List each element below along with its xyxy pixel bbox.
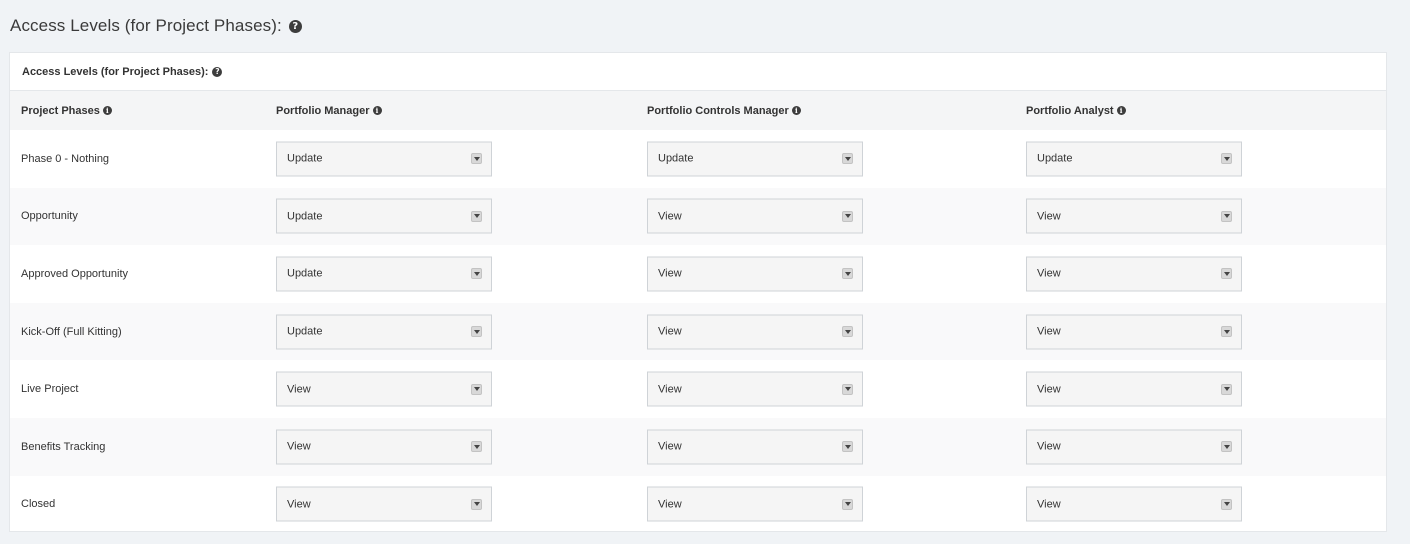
access-levels-panel: Access Levels (for Project Phases): ? Pr… [9,52,1387,532]
panel-title: Access Levels (for Project Phases): [22,65,209,78]
table-body: Phase 0 - Nothing Update Update Update Oppor… [10,130,1386,533]
table-row: Closed View View View [10,476,1386,534]
access-level-select-portfolio-controls-manager[interactable]: Update [647,141,863,177]
panel-header: Access Levels (for Project Phases): ? [10,53,1386,91]
select-value: View [1037,210,1061,223]
phase-name: Approved Opportunity [21,267,129,280]
select-value: View [287,498,311,511]
column-header-project-phases: Project Phases i [21,91,112,130]
chevron-down-icon[interactable] [1221,383,1232,395]
chevron-down-icon[interactable] [471,441,482,453]
chevron-down-icon[interactable] [471,383,482,395]
access-level-select-portfolio-manager[interactable]: Update [276,141,492,177]
access-level-select-portfolio-manager[interactable]: Update [276,198,492,234]
chevron-down-icon[interactable] [471,326,482,338]
chevron-down-icon[interactable] [471,268,482,280]
page-title: Access Levels (for Project Phases): ? [10,14,302,38]
select-value: View [287,440,311,453]
chevron-down-icon[interactable] [471,210,482,222]
chevron-down-icon[interactable] [1221,153,1232,165]
chevron-down-icon[interactable] [842,383,853,395]
access-level-select-portfolio-analyst[interactable]: View [1026,486,1242,522]
access-level-select-portfolio-analyst[interactable]: Update [1026,141,1242,177]
phase-name: Phase 0 - Nothing [21,152,110,165]
info-circle-icon[interactable]: i [1116,106,1126,115]
select-value: View [1037,325,1061,338]
chevron-down-icon[interactable] [1221,498,1232,510]
table-header-row: Project Phases i Portfolio Manager i Por… [10,91,1386,130]
phase-name: Live Project [21,383,79,396]
chevron-down-icon[interactable] [842,153,853,165]
access-level-select-portfolio-controls-manager[interactable]: View [647,314,863,350]
table-row: Benefits Tracking View View View [10,417,1386,476]
column-header-portfolio-controls-manager: Portfolio Controls Manager i [647,91,801,130]
access-level-select-portfolio-controls-manager[interactable]: View [647,371,863,407]
select-value: View [1037,267,1061,280]
select-value: View [1037,440,1061,453]
chevron-down-icon[interactable] [842,326,853,338]
access-level-select-portfolio-manager[interactable]: View [276,429,492,465]
select-value: Update [1037,152,1073,165]
chevron-down-icon[interactable] [1221,268,1232,280]
access-level-select-portfolio-analyst[interactable]: View [1026,371,1242,407]
select-value: View [658,210,682,223]
chevron-down-icon[interactable] [842,210,853,222]
access-level-select-portfolio-manager[interactable]: View [276,371,492,407]
chevron-down-icon[interactable] [1221,210,1232,222]
phase-name: Benefits Tracking [21,440,106,453]
access-level-select-portfolio-manager[interactable]: Update [276,314,492,350]
access-level-select-portfolio-manager[interactable]: View [276,486,492,522]
chevron-down-icon[interactable] [842,498,853,510]
access-level-select-portfolio-manager[interactable]: Update [276,256,492,292]
chevron-down-icon[interactable] [471,498,482,510]
info-circle-icon[interactable]: i [102,106,112,115]
select-value: View [1037,498,1061,511]
chevron-down-icon[interactable] [842,268,853,280]
chevron-down-icon[interactable] [471,153,482,165]
select-value: Update [287,267,323,280]
select-value: View [1037,383,1061,396]
phase-name: Opportunity [21,210,78,223]
column-header-portfolio-analyst: Portfolio Analyst i [1026,91,1126,130]
table-row: Live Project View View View [10,360,1386,418]
question-circle-icon[interactable]: ? [288,19,302,33]
select-value: View [658,498,682,511]
page-title-text: Access Levels (for Project Phases): [10,16,282,35]
phase-name: Kick-Off (Full Kitting) [21,325,122,338]
info-circle-icon[interactable]: i [372,106,382,115]
select-value: Update [287,210,323,223]
select-value: View [658,267,682,280]
access-level-select-portfolio-analyst[interactable]: View [1026,198,1242,234]
select-value: View [658,383,682,396]
table-row: Phase 0 - Nothing Update Update Update [10,130,1386,188]
access-level-select-portfolio-analyst[interactable]: View [1026,429,1242,465]
access-level-select-portfolio-analyst[interactable]: View [1026,314,1242,350]
select-value: View [658,325,682,338]
select-value: Update [287,325,323,338]
access-level-select-portfolio-analyst[interactable]: View [1026,256,1242,292]
select-value: Update [658,152,694,165]
question-circle-icon[interactable]: ? [212,66,223,77]
chevron-down-icon[interactable] [1221,326,1232,338]
table-row: Kick-Off (Full Kitting) Update View View [10,302,1386,361]
access-level-select-portfolio-controls-manager[interactable]: View [647,486,863,522]
info-circle-icon[interactable]: i [791,106,801,115]
select-value: View [658,440,682,453]
column-header-portfolio-manager: Portfolio Manager i [276,91,382,130]
access-level-select-portfolio-controls-manager[interactable]: View [647,198,863,234]
select-value: Update [287,152,323,165]
access-level-select-portfolio-controls-manager[interactable]: View [647,429,863,465]
select-value: View [287,383,311,396]
table-row: Approved Opportunity Update View View [10,245,1386,303]
table-row: Opportunity Update View View [10,187,1386,246]
chevron-down-icon[interactable] [842,441,853,453]
phase-name: Closed [21,498,56,511]
access-level-select-portfolio-controls-manager[interactable]: View [647,256,863,292]
chevron-down-icon[interactable] [1221,441,1232,453]
